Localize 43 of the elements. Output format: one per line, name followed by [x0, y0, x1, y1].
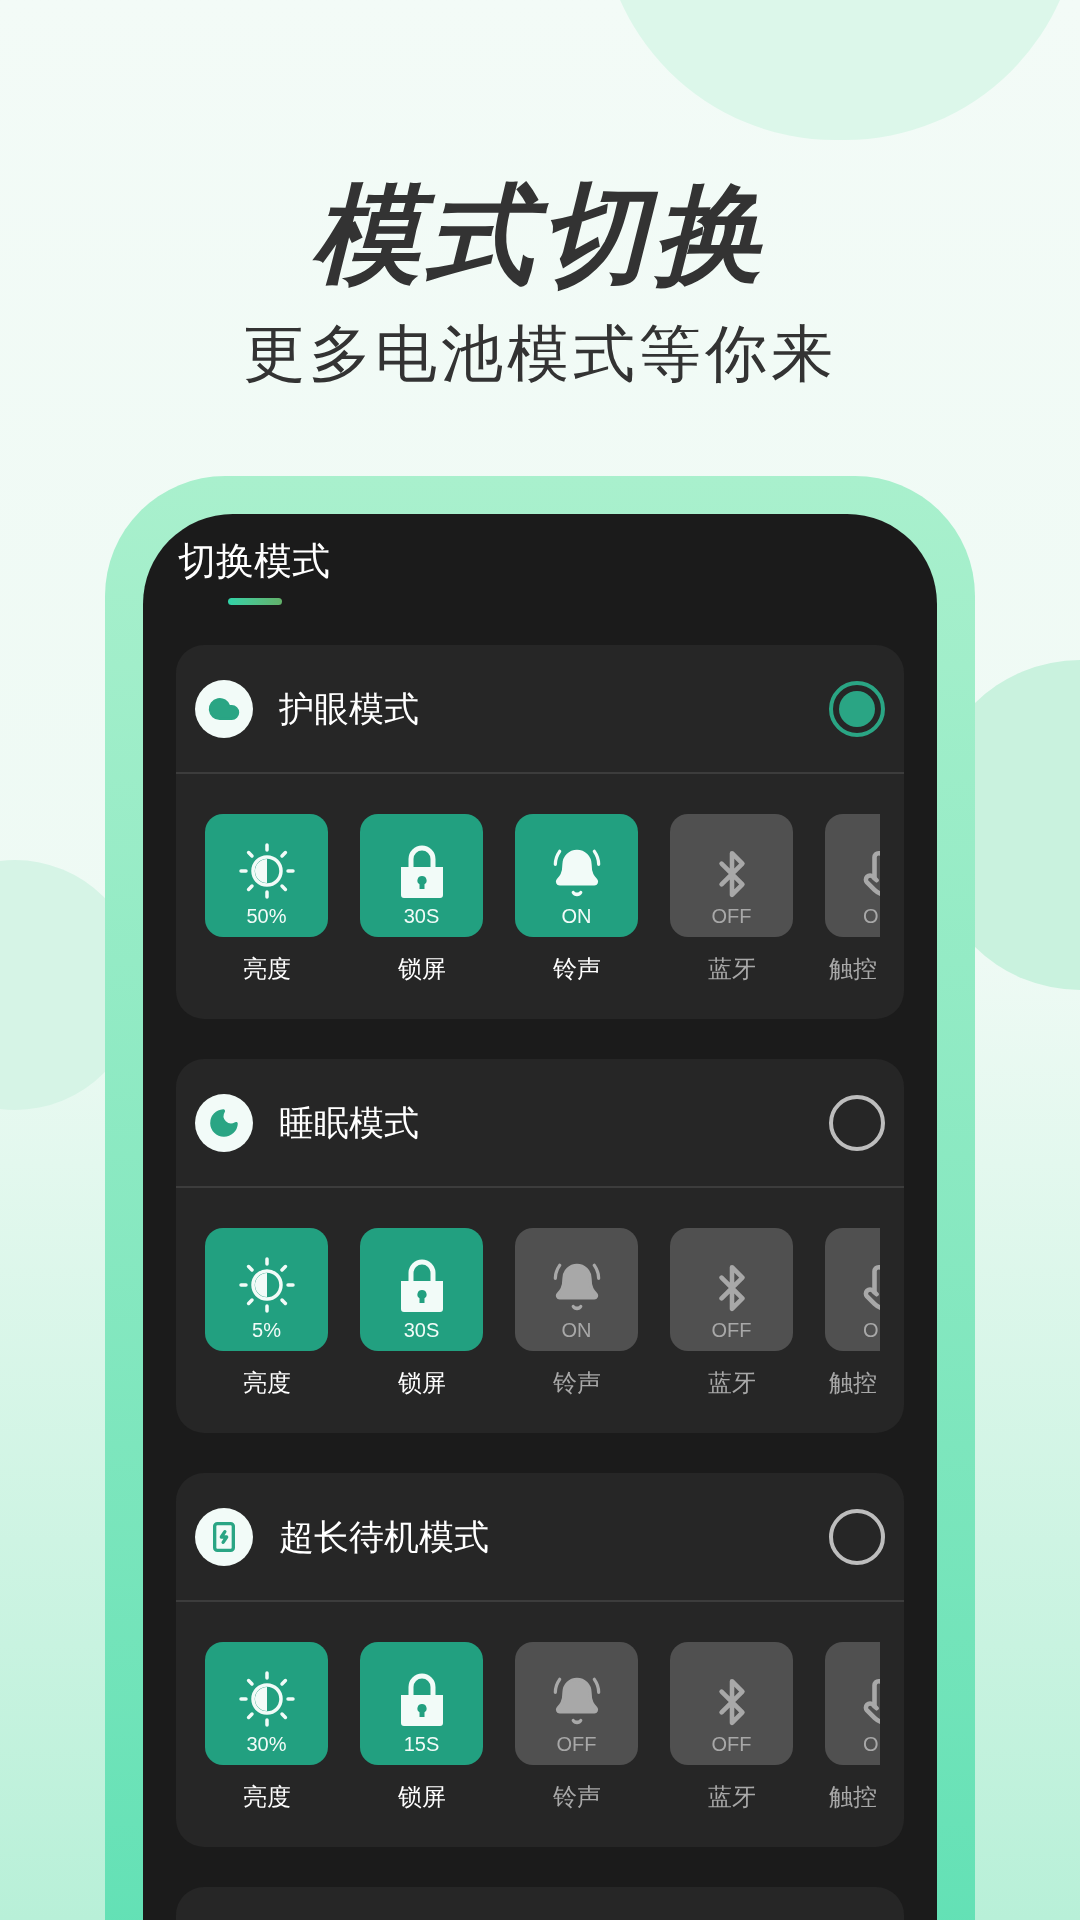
- setting-tile[interactable]: OFF: [515, 1642, 638, 1765]
- setting-tile[interactable]: ON: [515, 814, 638, 937]
- setting-label: 锁屏: [397, 1368, 446, 1398]
- setting-tile[interactable]: 30%: [205, 1642, 328, 1765]
- mode-radio[interactable]: [829, 1094, 885, 1151]
- setting-tile[interactable]: 30S: [360, 1228, 483, 1351]
- setting-label: 触控: [829, 954, 877, 984]
- setting-tile[interactable]: OFF: [670, 1228, 793, 1351]
- setting-label: 锁屏: [397, 1782, 446, 1812]
- setting-tile[interactable]: O: [825, 1228, 880, 1351]
- mode-radio[interactable]: [829, 680, 885, 737]
- setting-label: 触控: [829, 1368, 877, 1398]
- mode-radio[interactable]: [829, 1508, 885, 1565]
- setting-label: 亮度: [242, 1782, 291, 1812]
- setting-label: 亮度: [242, 954, 291, 984]
- mode-name: 睡眠模式: [279, 1101, 420, 1144]
- setting-label: 铃声: [552, 954, 601, 984]
- setting-tile[interactable]: ON: [515, 1228, 638, 1351]
- headline: 模式切换: [312, 173, 768, 297]
- mode-name: 护眼模式: [279, 687, 420, 730]
- setting-tile[interactable]: OFF: [670, 1642, 793, 1765]
- setting-label: 触控: [829, 1782, 877, 1812]
- setting-label: 铃声: [552, 1368, 601, 1398]
- setting-tile[interactable]: O: [825, 814, 880, 937]
- screen-title: 切换模式: [178, 539, 330, 584]
- setting-tile[interactable]: 15S: [360, 1642, 483, 1765]
- setting-label: 铃声: [552, 1782, 601, 1812]
- setting-tile[interactable]: 50%: [205, 814, 328, 937]
- brightness-icon: [238, 1671, 295, 1727]
- setting-label: 锁屏: [397, 954, 446, 984]
- setting-label: 亮度: [242, 1368, 291, 1398]
- setting-tile[interactable]: 30S: [360, 814, 483, 937]
- tab-indicator: [228, 598, 282, 605]
- setting-tile[interactable]: OFF: [670, 814, 793, 937]
- subtitle: 更多电池模式等你来: [243, 318, 837, 390]
- setting-label: 蓝牙: [707, 954, 756, 984]
- setting-tile[interactable]: 5%: [205, 1228, 328, 1351]
- setting-label: 蓝牙: [707, 1782, 756, 1812]
- setting-label: 蓝牙: [707, 1368, 756, 1398]
- setting-tile[interactable]: O: [825, 1642, 880, 1765]
- brightness-icon: [238, 1257, 295, 1313]
- mode-name: 超长待机模式: [279, 1515, 490, 1558]
- brightness-icon: [238, 843, 295, 899]
